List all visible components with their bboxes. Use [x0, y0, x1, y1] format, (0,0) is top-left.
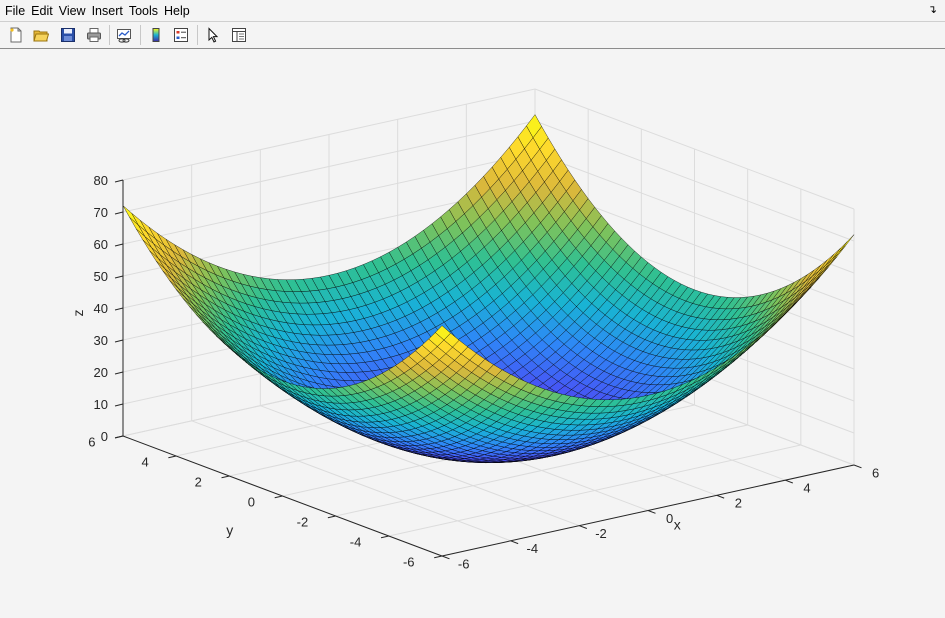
y-tick-label: 2	[195, 475, 202, 490]
y-tick-label: -4	[350, 535, 362, 550]
link-plot-icon	[117, 29, 131, 43]
y-tick-label: 0	[248, 495, 255, 510]
new-file-icon	[10, 27, 22, 43]
x-tick-label: -2	[595, 526, 607, 541]
x-tick-label: -6	[458, 556, 470, 571]
x-tick-label: -4	[527, 541, 539, 556]
colorbar-icon	[152, 28, 160, 42]
y-tick-mark	[168, 455, 177, 459]
menu-insert[interactable]: Insert	[89, 1, 126, 21]
toolbar-separator	[140, 25, 141, 45]
insert-legend-button[interactable]	[171, 25, 191, 45]
pointer-icon	[208, 27, 219, 43]
z-tick-mark	[114, 339, 124, 343]
z-tick-mark	[114, 179, 124, 183]
x-tick-label: 6	[872, 465, 879, 480]
toolbar-separator	[109, 25, 110, 45]
x-axis-label: x	[674, 516, 681, 532]
x-tick-mark	[647, 510, 656, 514]
x-tick-mark	[441, 555, 450, 560]
save-icon	[61, 28, 75, 42]
z-tick-label: 30	[94, 333, 108, 348]
dock-arrow-icon[interactable]: ↴	[928, 3, 937, 16]
y-axis-label: y	[226, 522, 233, 538]
edit-plot-button[interactable]	[203, 25, 223, 45]
property-inspector-button[interactable]	[229, 25, 249, 45]
y-tick-label: 6	[88, 435, 95, 450]
y-tick-mark	[380, 535, 389, 539]
z-tick-mark	[114, 371, 124, 375]
menu-view[interactable]: View	[56, 1, 89, 21]
y-tick-label: -2	[297, 515, 309, 530]
z-tick-label: 10	[94, 397, 108, 412]
y-tick-mark	[274, 495, 283, 499]
save-figure-button[interactable]	[58, 25, 78, 45]
figure-canvas[interactable]: -6 -4 -2 0 2 4 6 -6 -4 -2 0 2 4 6 0 10 20 30 40 50 60 70 80 x y z	[0, 49, 945, 618]
menu-help[interactable]: Help	[161, 1, 193, 21]
x-tick-mark	[716, 494, 725, 499]
x-tick-mark	[853, 464, 862, 469]
x-tick-label: 0	[666, 511, 673, 526]
x-tick-mark	[510, 540, 519, 545]
z-tick-label: 80	[94, 173, 108, 188]
z-tick-label: 0	[101, 429, 108, 444]
y-tick-label: -6	[403, 555, 415, 570]
open-file-button[interactable]	[31, 25, 51, 45]
y-tick-mark	[434, 555, 443, 559]
z-tick-label: 70	[94, 205, 108, 220]
surface-mesh[interactable]	[122, 114, 855, 464]
surface-plot[interactable]: -6-4-20246-6-4-20246 01020304050607080xyz	[0, 49, 945, 618]
z-tick-label: 20	[94, 365, 108, 380]
x-tick-mark	[785, 479, 793, 484]
x-tick-label: 4	[803, 481, 810, 496]
z-tick-label: 60	[94, 237, 108, 252]
z-tick-mark	[114, 307, 124, 311]
insert-colorbar-button[interactable]	[146, 25, 166, 45]
surface-patch	[122, 205, 139, 226]
z-tick-mark	[114, 243, 124, 247]
menu-tools[interactable]: Tools	[126, 1, 161, 21]
new-figure-button[interactable]	[6, 25, 26, 45]
figure-toolbar	[0, 22, 945, 49]
z-tick-label: 40	[94, 301, 108, 316]
z-tick-mark	[114, 211, 124, 215]
print-figure-button[interactable]	[84, 25, 104, 45]
z-tick-mark	[114, 275, 124, 279]
print-icon	[87, 28, 101, 42]
z-axis-label: z	[70, 310, 86, 317]
legend-icon	[174, 28, 188, 42]
open-folder-icon	[33, 30, 49, 42]
menu-edit[interactable]: Edit	[28, 1, 56, 21]
menu-file[interactable]: File	[0, 1, 28, 21]
toolbar-separator	[197, 25, 198, 45]
property-inspector-icon	[232, 28, 246, 42]
y-tick-mark	[221, 475, 230, 479]
x-tick-mark	[579, 525, 587, 529]
x-tick-label: 2	[735, 496, 742, 511]
menu-bar: File Edit View Insert Tools Help ↴	[0, 0, 945, 22]
link-plot-button[interactable]	[114, 25, 134, 45]
z-tick-label: 50	[94, 269, 108, 284]
z-tick-mark	[114, 403, 124, 407]
y-tick-label: 4	[141, 455, 148, 470]
y-tick-mark	[327, 515, 336, 519]
